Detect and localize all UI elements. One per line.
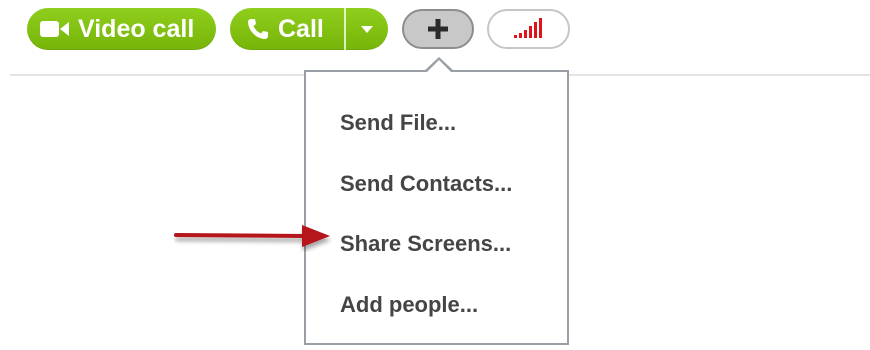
call-label: Call (278, 14, 324, 43)
call-button[interactable]: Call (230, 8, 344, 50)
red-arrow-icon (174, 222, 334, 257)
menu-item-send-file[interactable]: Send File... (340, 110, 456, 136)
menu-item-share-screens[interactable]: Share Screens... (340, 231, 511, 257)
call-quality-button[interactable] (487, 9, 570, 49)
signal-strength-icon (513, 18, 544, 40)
menu-caret-fill (426, 60, 452, 73)
video-camera-icon (40, 20, 70, 38)
add-button[interactable] (402, 9, 474, 49)
call-options-dropdown[interactable] (346, 8, 388, 50)
video-call-button[interactable]: Video call (27, 8, 216, 50)
chevron-down-icon (360, 25, 374, 34)
add-menu-popup: Send File... Send Contacts... Share Scre… (304, 70, 569, 345)
video-call-label: Video call (78, 14, 195, 43)
menu-item-send-contacts[interactable]: Send Contacts... (340, 171, 512, 197)
plus-icon (427, 18, 449, 40)
call-button-group: Call (230, 8, 388, 50)
menu-item-add-people[interactable]: Add people... (340, 292, 478, 318)
phone-icon (246, 17, 270, 41)
